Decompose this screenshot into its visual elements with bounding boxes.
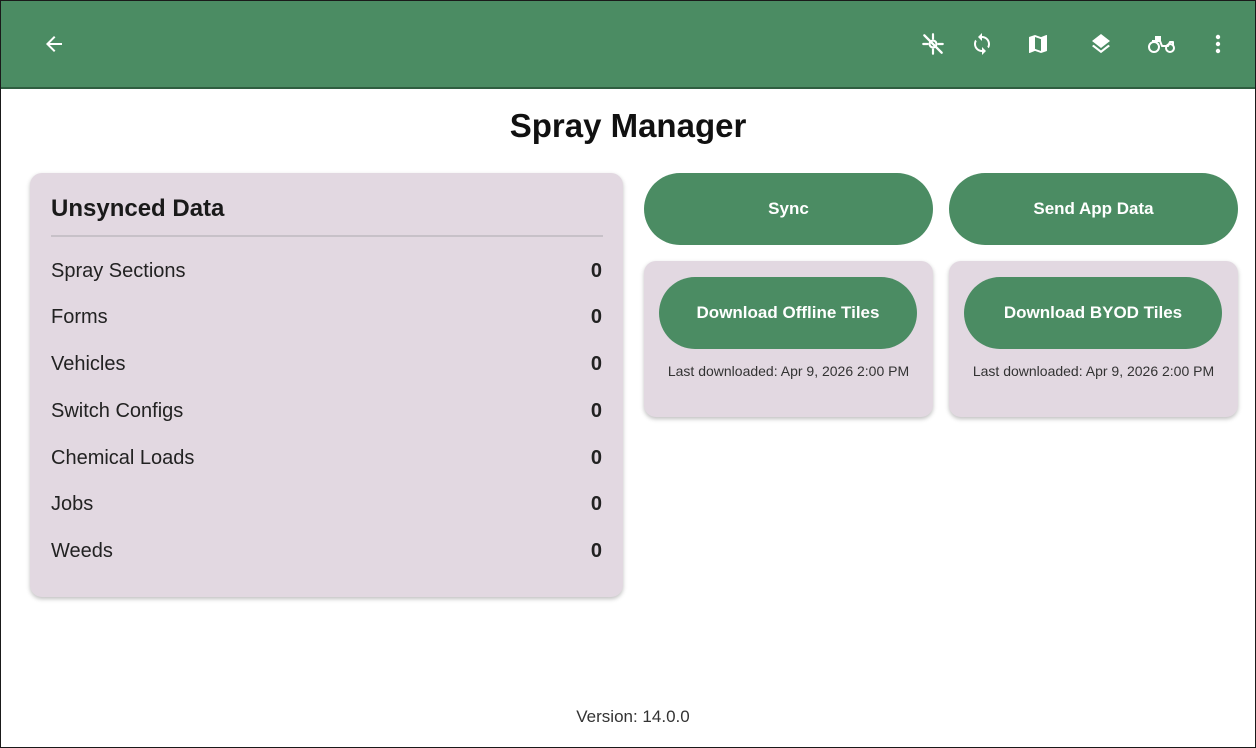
row-count: 0 bbox=[590, 259, 602, 282]
row-count: 0 bbox=[590, 446, 602, 469]
version-label: Version: 14.0.0 bbox=[576, 707, 690, 726]
more-options-button[interactable] bbox=[1201, 27, 1235, 61]
row-label: Vehicles bbox=[51, 352, 126, 375]
download-byod-tiles-button[interactable]: Download BYOD Tiles bbox=[964, 277, 1222, 349]
unsynced-row-spray-sections: Spray Sections 0 bbox=[51, 256, 602, 286]
row-count: 0 bbox=[590, 492, 602, 515]
row-count: 0 bbox=[590, 399, 602, 422]
vehicle-button[interactable] bbox=[1145, 27, 1179, 61]
row-count: 0 bbox=[590, 539, 602, 562]
layers-icon bbox=[1092, 34, 1110, 54]
layers-button[interactable] bbox=[1084, 27, 1118, 61]
gps-off-icon bbox=[922, 33, 944, 55]
map-icon bbox=[1029, 35, 1047, 53]
gps-off-button[interactable] bbox=[916, 27, 950, 61]
download-offline-tiles-button[interactable]: Download Offline Tiles bbox=[659, 277, 917, 349]
offline-last-downloaded: Last downloaded: Apr 9, 2026 2:00 PM bbox=[667, 363, 910, 379]
more-vert-icon bbox=[1215, 34, 1221, 54]
row-count: 0 bbox=[590, 352, 602, 375]
unsynced-row-chemical-loads: Chemical Loads 0 bbox=[51, 443, 602, 473]
row-label: Forms bbox=[51, 305, 108, 328]
app-window: Spray Manager Unsynced Data Spray Sectio… bbox=[0, 0, 1256, 748]
offline-tiles-card: Download Offline Tiles Last downloaded: … bbox=[644, 261, 933, 417]
unsynced-row-forms: Forms 0 bbox=[51, 302, 602, 332]
row-label: Spray Sections bbox=[51, 259, 186, 282]
back-button[interactable] bbox=[37, 27, 71, 61]
row-label: Jobs bbox=[51, 492, 94, 515]
row-label: Switch Configs bbox=[51, 399, 184, 422]
page-title: Spray Manager bbox=[509, 107, 747, 144]
sync-button[interactable]: Sync bbox=[644, 173, 933, 245]
sync-action-button[interactable] bbox=[965, 27, 999, 61]
row-label: Weeds bbox=[51, 539, 113, 562]
unsynced-data-card: Unsynced Data Spray Sections 0 Forms 0 V… bbox=[30, 173, 623, 597]
unsynced-row-vehicles: Vehicles 0 bbox=[51, 349, 602, 379]
byod-tiles-card: Download BYOD Tiles Last downloaded: Apr… bbox=[949, 261, 1238, 417]
app-bar bbox=[1, 1, 1255, 89]
vehicle-icon bbox=[1148, 36, 1175, 53]
map-button[interactable] bbox=[1021, 27, 1055, 61]
unsynced-row-weeds: Weeds 0 bbox=[51, 536, 602, 566]
unsynced-row-switch-configs: Switch Configs 0 bbox=[51, 396, 602, 426]
row-label: Chemical Loads bbox=[51, 446, 195, 469]
unsynced-data-heading: Unsynced Data bbox=[51, 195, 225, 222]
row-count: 0 bbox=[590, 305, 602, 328]
sync-icon bbox=[974, 33, 990, 55]
divider bbox=[51, 235, 603, 237]
unsynced-row-jobs: Jobs 0 bbox=[51, 489, 602, 519]
send-app-data-button[interactable]: Send App Data bbox=[949, 173, 1238, 245]
arrow-left-icon bbox=[46, 36, 62, 52]
byod-last-downloaded: Last downloaded: Apr 9, 2026 2:00 PM bbox=[972, 363, 1215, 379]
